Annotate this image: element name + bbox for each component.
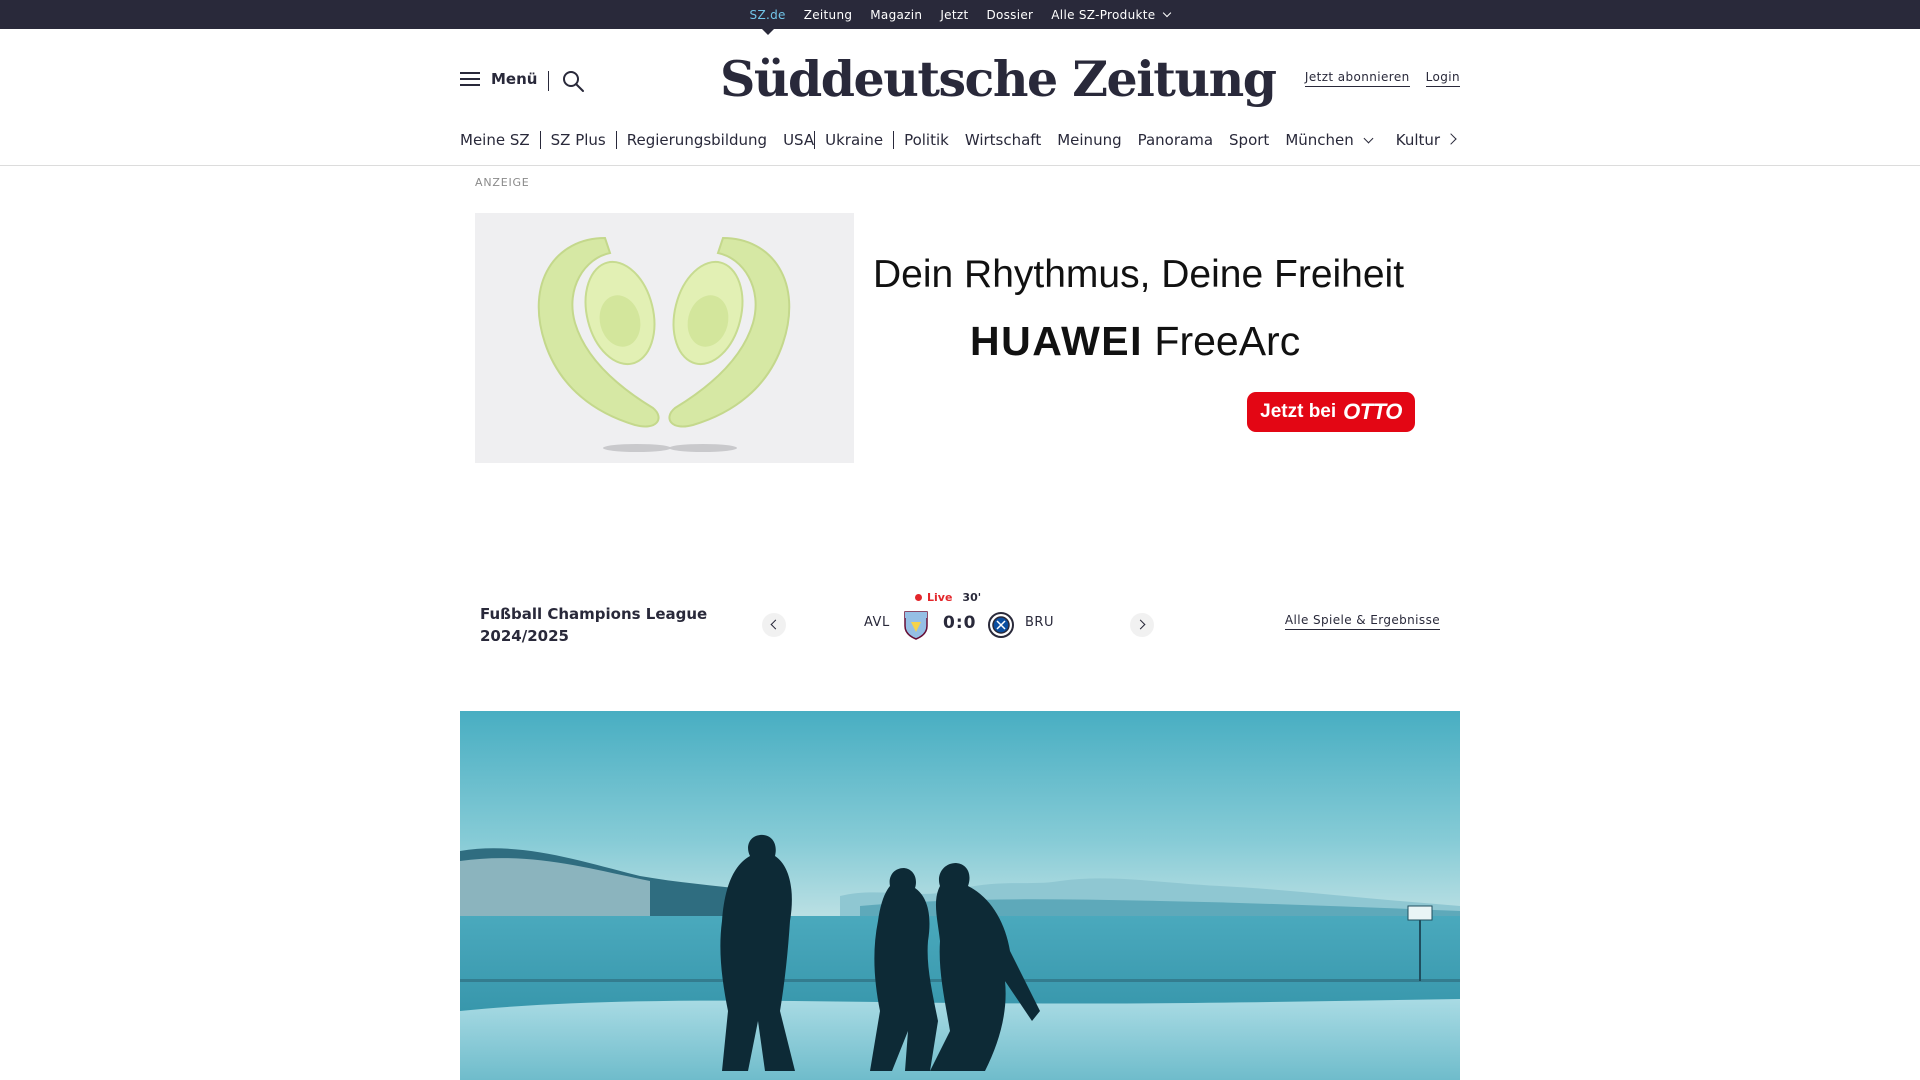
score-widget: Fußball Champions League 2024/2025 Live … <box>460 585 1460 665</box>
ad-product-line: HUAWEI FreeArc <box>970 318 1300 365</box>
section-link-panorama[interactable]: Panorama <box>1138 131 1229 149</box>
search-icon <box>563 71 584 92</box>
section-nav: Meine SZ SZ Plus Regierungsbildung USA U… <box>460 130 1460 150</box>
ad-product-name: FreeArc <box>1154 318 1301 364</box>
hamburger-icon <box>460 72 480 86</box>
section-link-sport[interactable]: Sport <box>1229 131 1285 149</box>
club-crest-icon <box>988 612 1014 638</box>
section-link-politik[interactable]: Politik <box>904 131 965 149</box>
menu-button[interactable]: Menü <box>460 70 537 88</box>
match-score: 0:0 <box>943 613 977 633</box>
ad-label: ANZEIGE <box>475 176 530 189</box>
ad-brand: HUAWEI <box>970 318 1143 364</box>
earbuds-illustration <box>537 236 791 452</box>
match-minute: 30' <box>962 591 982 604</box>
subscribe-link[interactable]: Jetzt abonnieren <box>1304 70 1410 87</box>
chevron-right-icon[interactable] <box>1444 132 1460 148</box>
section-link-regierungsbildung[interactable]: Regierungsbildung <box>627 131 783 149</box>
ad-cta-label: Jetzt bei <box>1260 401 1337 422</box>
section-link-sz-plus[interactable]: SZ Plus <box>551 131 617 149</box>
chevron-right-icon[interactable] <box>1130 613 1154 637</box>
section-link-usa[interactable]: USA <box>783 131 816 149</box>
home-team[interactable]: AVL <box>864 615 890 630</box>
site-logo[interactable]: Süddeutsche Zeitung <box>720 49 1277 109</box>
section-link-muenchen[interactable]: München <box>1285 131 1387 149</box>
topbar-link-zeitung[interactable]: Zeitung <box>795 8 862 22</box>
menu-label: Menü <box>491 70 538 88</box>
chevron-left-icon[interactable] <box>762 613 786 637</box>
away-team[interactable]: BRU <box>1025 615 1054 630</box>
site-header: Menü Süddeutsche Zeitung Jetzt abonniere… <box>0 29 1920 166</box>
otto-logo: OTTO <box>1343 399 1402 424</box>
league-title: Fußball Champions League 2024/2025 <box>480 603 740 647</box>
header-actions: Jetzt abonnieren Login <box>1304 70 1460 87</box>
topbar-link-alle-produkte[interactable]: Alle SZ-Produkte <box>1042 8 1179 22</box>
live-label: Live <box>927 591 953 604</box>
ad-cta-button[interactable]: Jetzt bei OTTO <box>1247 392 1415 432</box>
top-bar-nav: SZ.de Zeitung Magazin Jetzt Dossier Alle… <box>0 0 1920 35</box>
section-link-meinung[interactable]: Meinung <box>1057 131 1137 149</box>
ad-product-image <box>475 213 854 463</box>
soldiers-on-shore-photo <box>460 711 1460 1080</box>
top-bar: SZ.de Zeitung Magazin Jetzt Dossier Alle… <box>0 0 1920 35</box>
topbar-link-dossier[interactable]: Dossier <box>977 8 1042 22</box>
league-season: 2024/2025 <box>480 627 569 645</box>
live-status: Live 30' <box>915 591 981 604</box>
topbar-link-sz-de[interactable]: SZ.de <box>741 8 795 35</box>
chevron-down-icon <box>1163 8 1172 17</box>
topbar-link-alle-produkte-label: Alle SZ-Produkte <box>1051 7 1156 22</box>
club-crest-icon <box>904 611 928 640</box>
section-link-meine-sz[interactable]: Meine SZ <box>460 131 541 149</box>
ad-banner[interactable]: Dein Rhythmus, Deine Freiheit HUAWEI Fre… <box>475 213 1445 463</box>
login-link[interactable]: Login <box>1425 70 1460 87</box>
section-link-ukraine[interactable]: Ukraine <box>825 131 895 149</box>
chevron-down-icon <box>1363 133 1374 143</box>
topbar-link-magazin[interactable]: Magazin <box>861 8 931 22</box>
league-name: Fußball Champions League <box>480 605 708 623</box>
section-link-muenchen-label: München <box>1285 131 1354 149</box>
search-button[interactable] <box>561 69 585 93</box>
all-games-link[interactable]: Alle Spiele & Ergebnisse <box>1284 613 1440 630</box>
hero-image[interactable] <box>460 711 1460 1080</box>
live-dot-icon <box>915 594 922 601</box>
section-link-wirtschaft[interactable]: Wirtschaft <box>965 131 1057 149</box>
header-divider <box>548 71 549 91</box>
topbar-link-jetzt[interactable]: Jetzt <box>931 8 977 22</box>
ad-headline: Dein Rhythmus, Deine Freiheit <box>873 253 1405 296</box>
